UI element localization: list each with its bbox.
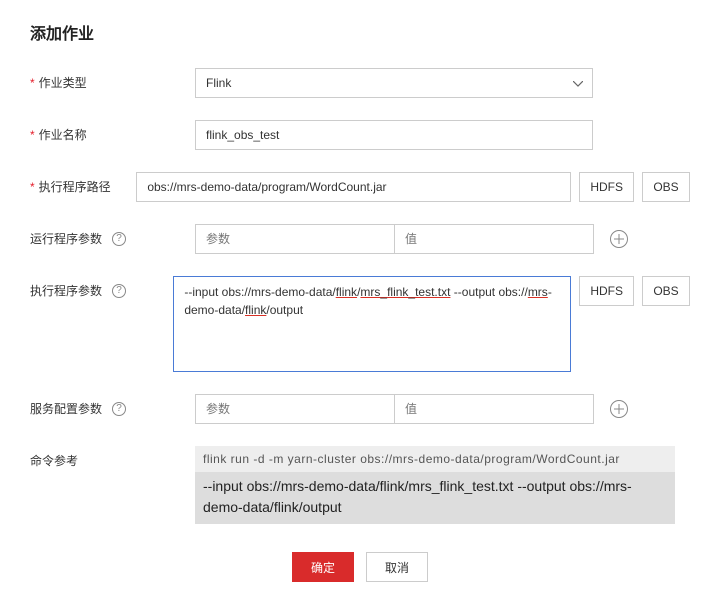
help-icon[interactable]: ? <box>112 402 126 416</box>
add-run-param-button[interactable] <box>610 230 628 248</box>
help-icon[interactable]: ? <box>112 232 126 246</box>
help-icon[interactable]: ? <box>112 284 126 298</box>
add-service-param-button[interactable] <box>610 400 628 418</box>
job-type-value[interactable] <box>195 68 593 98</box>
exec-params-obs-button[interactable]: OBS <box>642 276 690 306</box>
job-name-input[interactable] <box>195 120 593 150</box>
exec-params-hdfs-button[interactable]: HDFS <box>579 276 634 306</box>
label-cmd-ref: 命令参考 <box>30 452 78 469</box>
command-reference: flink run -d -m yarn-cluster obs://mrs-d… <box>195 446 675 524</box>
job-type-select[interactable] <box>195 68 593 98</box>
label-job-name: 作业名称 <box>30 126 87 143</box>
page-title: 添加作业 <box>30 20 690 44</box>
label-exec-params: 执行程序参数 <box>30 282 102 299</box>
exec-path-input[interactable] <box>136 172 571 202</box>
ok-button[interactable]: 确定 <box>292 552 354 582</box>
cmd-ref-line1: flink run -d -m yarn-cluster obs://mrs-d… <box>195 446 675 472</box>
run-param-key-input[interactable] <box>195 224 395 254</box>
label-run-params: 运行程序参数 <box>30 230 102 247</box>
exec-params-textarea[interactable]: --input obs://mrs-demo-data/flink/mrs_fl… <box>173 276 571 372</box>
exec-path-obs-button[interactable]: OBS <box>642 172 690 202</box>
label-job-type: 作业类型 <box>30 74 87 91</box>
service-key-input[interactable] <box>195 394 395 424</box>
service-value-input[interactable] <box>394 394 594 424</box>
run-param-value-input[interactable] <box>394 224 594 254</box>
exec-path-hdfs-button[interactable]: HDFS <box>579 172 634 202</box>
label-exec-path: 执行程序路径 <box>30 178 111 195</box>
cancel-button[interactable]: 取消 <box>366 552 428 582</box>
cmd-ref-line2: --input obs://mrs-demo-data/flink/mrs_fl… <box>195 472 675 524</box>
label-service-config: 服务配置参数 <box>30 400 102 417</box>
